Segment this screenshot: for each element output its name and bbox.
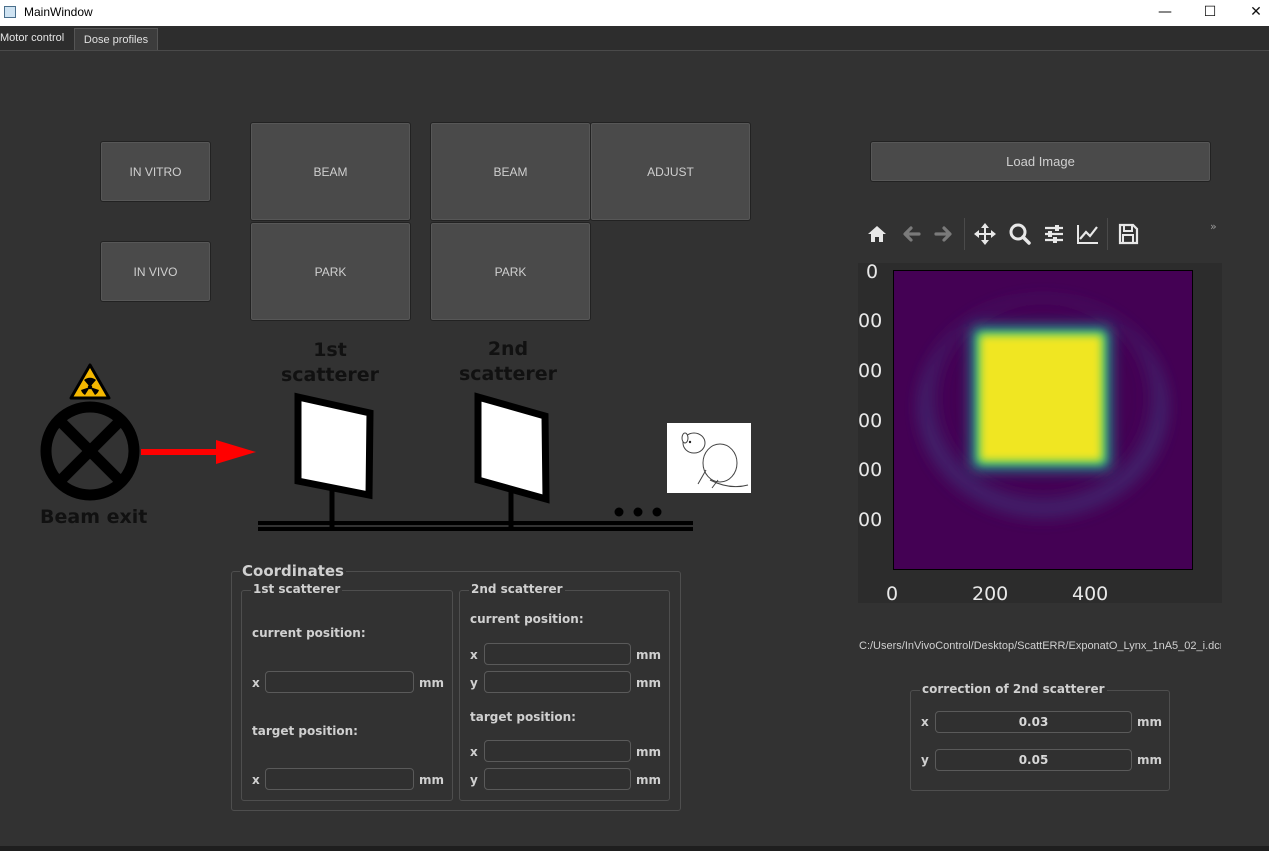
scatterer1-target-x-field[interactable] (265, 768, 414, 790)
dose-image (893, 270, 1193, 570)
scatterer2-target-label: target position: (470, 710, 576, 724)
y-tick-label: 00 (858, 459, 883, 481)
in-vitro-button[interactable]: IN VITRO (100, 141, 211, 202)
y-tick-label: 00 (858, 410, 883, 432)
toolbar-separator (964, 218, 965, 250)
y-tick-label: 0 (866, 261, 879, 283)
scatterer2-label: 2nd scatterer (448, 337, 568, 387)
save-icon[interactable] (1113, 220, 1143, 248)
scatterer2-target-y-unit: mm (636, 773, 662, 787)
scatterer1-target-label: target position: (252, 724, 358, 738)
adjust-button[interactable]: ADJUST (590, 122, 751, 221)
correction-group (910, 690, 1170, 791)
y-tick-label: 00 (858, 360, 883, 382)
scatterer2-current-label: current position: (470, 612, 584, 626)
beam-arrow-icon (141, 440, 256, 464)
zoom-icon[interactable] (1005, 220, 1035, 248)
y-tick-label: 00 (858, 509, 883, 531)
pan-icon[interactable] (970, 220, 1000, 248)
scatterer2-current-x-label: x (470, 648, 478, 662)
scatterer2-group-title: 2nd scatterer (469, 582, 565, 596)
title-bar: MainWindow — ☐ ✕ (0, 0, 1269, 26)
scatterer1-group-title: 1st scatterer (251, 582, 343, 596)
scatterer2-target-x-label: x (470, 745, 478, 759)
in-vivo-button[interactable]: IN VIVO (100, 241, 211, 302)
scatterer2-label-line1: 2nd (487, 338, 529, 360)
scatterer2-target-y-field[interactable] (484, 768, 631, 790)
correction-group-title: correction of 2nd scatterer (920, 682, 1107, 696)
x-tick-label: 200 (972, 583, 1009, 605)
beam-button-scatterer1[interactable]: BEAM (250, 122, 411, 221)
scatterer2-current-y-field[interactable] (484, 671, 631, 693)
beam-exit-label: Beam exit (40, 506, 148, 528)
correction-y-label: y (921, 753, 929, 767)
scatterer1-label-line2: scatterer (280, 364, 380, 386)
tab-motor-control[interactable]: Motor control (0, 27, 72, 49)
toolbar-overflow-icon[interactable]: » (1210, 220, 1217, 233)
window-title: MainWindow (24, 5, 93, 19)
maximize-button[interactable]: ☐ (1187, 0, 1233, 26)
taskbar-strip (0, 846, 1269, 851)
scatterer2-icon (474, 392, 550, 527)
configure-subplots-icon[interactable] (1039, 220, 1069, 248)
scatterer2-current-y-unit: mm (636, 676, 662, 690)
park-button-scatterer2[interactable]: PARK (430, 222, 591, 321)
tab-dose-profiles[interactable]: Dose profiles (74, 28, 158, 50)
correction-x-label: x (921, 715, 929, 729)
rail-icon (258, 507, 693, 531)
radiation-warning-icon (69, 363, 111, 400)
scatterer2-current-x-field[interactable] (484, 643, 631, 665)
home-icon[interactable] (862, 220, 892, 248)
scatterer1-current-x-field[interactable] (265, 671, 414, 693)
edit-axis-icon[interactable] (1073, 220, 1103, 248)
scatterer2-current-y-label: y (470, 676, 478, 690)
park-button-scatterer1[interactable]: PARK (250, 222, 411, 321)
scatterer1-current-label: current position: (252, 626, 366, 640)
minimize-button[interactable]: — (1142, 0, 1188, 26)
beam-exit-icon (40, 401, 140, 501)
scatterer1-target-x-unit: mm (419, 773, 445, 787)
coordinates-title: Coordinates (240, 562, 346, 580)
scatterer2-current-x-unit: mm (636, 648, 662, 662)
scatterer1-icon (294, 392, 374, 527)
scatterer1-label-line1: 1st (313, 339, 347, 361)
scatterer2-label-line2: scatterer (458, 363, 558, 385)
scatterer2-target-x-unit: mm (636, 745, 662, 759)
correction-y-field[interactable]: 0.05 (935, 749, 1132, 771)
scatterer1-label: 1st scatterer (270, 338, 390, 388)
file-path-label: C:/Users/InVivoControl/Desktop/ScattERR/… (859, 640, 1221, 652)
app-icon (4, 6, 16, 18)
scatterer2-target-y-label: y (470, 773, 478, 787)
x-tick-label: 400 (1072, 583, 1109, 605)
correction-x-unit: mm (1137, 715, 1163, 729)
scatterer1-current-x-label: x (252, 676, 260, 690)
scatterer1-current-x-unit: mm (419, 676, 445, 690)
back-icon[interactable] (896, 220, 926, 248)
toolbar-separator-2 (1107, 218, 1108, 250)
scatterer2-target-x-field[interactable] (484, 740, 631, 762)
y-tick-label: 00 (858, 310, 883, 332)
load-image-button[interactable]: Load Image (870, 141, 1211, 182)
correction-y-unit: mm (1137, 753, 1163, 767)
close-button[interactable]: ✕ (1233, 0, 1269, 26)
correction-x-field[interactable]: 0.03 (935, 711, 1132, 733)
x-tick-label: 0 (886, 583, 899, 605)
beam-button-scatterer2[interactable]: BEAM (430, 122, 591, 221)
tab-bar (0, 26, 1269, 51)
scatterer1-target-x-label: x (252, 773, 260, 787)
forward-icon[interactable] (929, 220, 959, 248)
mouse-icon (667, 423, 751, 493)
